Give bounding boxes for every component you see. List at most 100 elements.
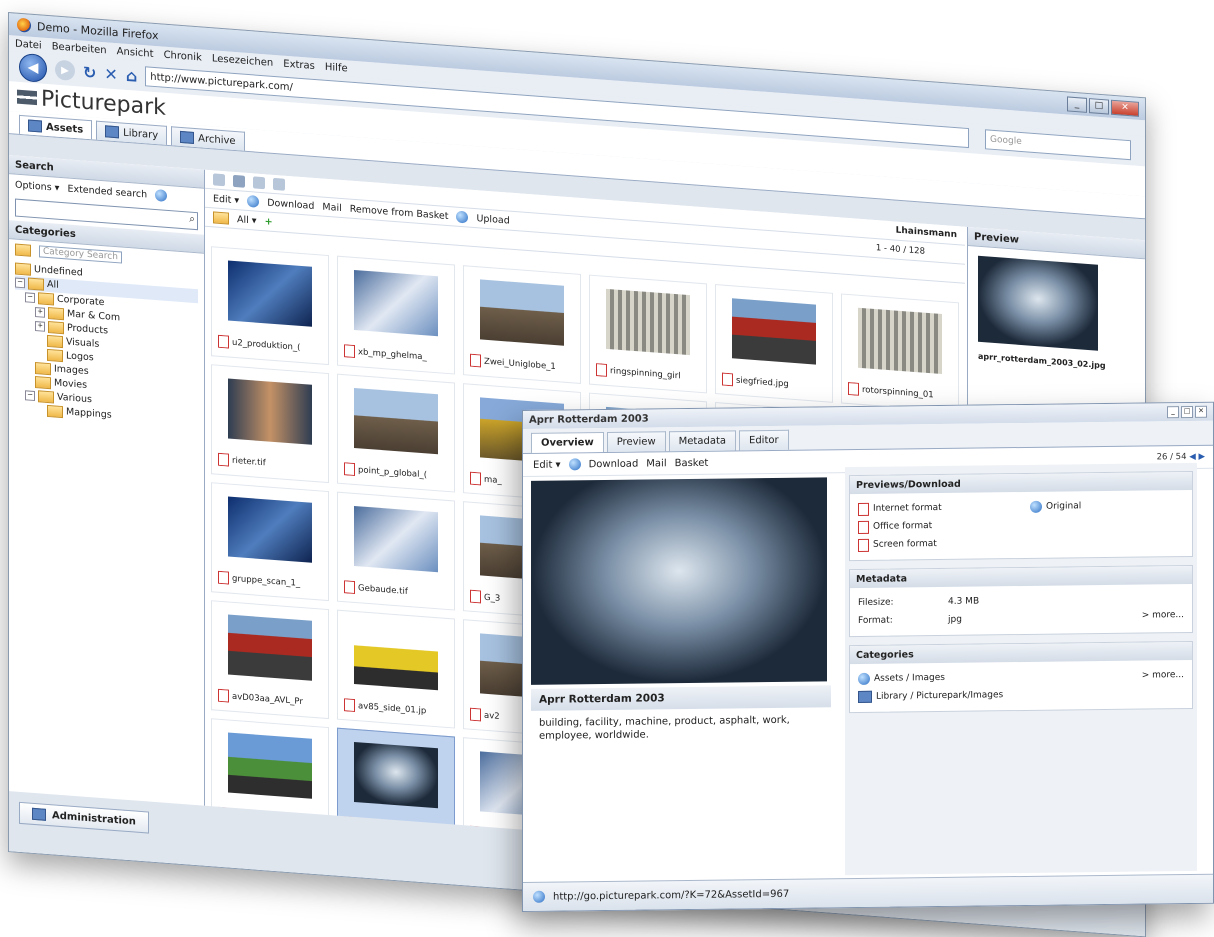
- asset-link-url[interactable]: http://go.picturepark.com/?K=72&AssetId=…: [553, 888, 789, 902]
- user-name[interactable]: Lhainsmann: [896, 226, 957, 241]
- menu-hilfe[interactable]: Hilfe: [325, 61, 348, 74]
- asset-tile[interactable]: u2_produktion_(: [211, 246, 329, 366]
- asset-thumbnail[interactable]: [354, 505, 438, 573]
- prev-icon[interactable]: ◀: [1189, 452, 1196, 462]
- maximize-button[interactable]: □: [1089, 97, 1109, 115]
- categories-more-link[interactable]: > more...: [1142, 666, 1184, 685]
- tab-preview[interactable]: Preview: [606, 431, 666, 452]
- collapse-icon[interactable]: −: [15, 277, 25, 289]
- view-grid-icon[interactable]: [233, 174, 245, 188]
- mail-button[interactable]: Mail: [322, 201, 341, 213]
- asset-tile[interactable]: rotorspinning_01: [841, 293, 959, 413]
- download-icon: [247, 194, 260, 208]
- dialog-minimize-button[interactable]: _: [1167, 406, 1179, 419]
- asset-tile[interactable]: av85_side_01.jp: [337, 609, 455, 729]
- dialog-mail-button[interactable]: Mail: [646, 458, 666, 469]
- expand-icon[interactable]: +: [35, 307, 45, 318]
- dialog-close-button[interactable]: ✕: [1195, 405, 1207, 418]
- view-list-icon[interactable]: [213, 173, 225, 187]
- preview-header: Preview: [968, 227, 1145, 260]
- dialog-download-button[interactable]: Download: [589, 458, 639, 470]
- download-button[interactable]: Download: [267, 197, 314, 212]
- next-icon[interactable]: ▶: [1198, 452, 1205, 462]
- file-icon: [470, 589, 481, 604]
- menu-datei[interactable]: Datei: [15, 38, 42, 51]
- add-icon[interactable]: +: [265, 216, 273, 228]
- sort-icon[interactable]: [273, 177, 285, 191]
- asset-thumbnail[interactable]: [354, 387, 438, 455]
- asset-thumbnail[interactable]: [606, 288, 690, 356]
- asset-caption: u2_produktion_(: [218, 334, 324, 356]
- asset-thumbnail[interactable]: [354, 741, 438, 809]
- asset-tile[interactable]: avD03aa_AVL_Pr: [211, 600, 329, 720]
- metadata-more-link[interactable]: > more...: [1142, 606, 1184, 625]
- upload-button[interactable]: Upload: [476, 213, 509, 226]
- tab-assets[interactable]: Assets: [19, 114, 93, 140]
- file-icon: [848, 382, 859, 396]
- dialog-basket-button[interactable]: Basket: [675, 457, 709, 468]
- asset-tile[interactable]: siegfried.jpg: [715, 284, 833, 403]
- extended-search-link[interactable]: Extended search: [67, 183, 147, 200]
- extended-search-icon[interactable]: [155, 189, 168, 202]
- asset-tile[interactable]: rieter.tif: [211, 364, 329, 484]
- asset-thumbnail[interactable]: [228, 732, 312, 799]
- tab-metadata[interactable]: Metadata: [668, 430, 736, 452]
- expand-icon[interactable]: +: [35, 321, 45, 332]
- administration-label: Administration: [52, 809, 136, 828]
- asset-thumbnail[interactable]: [228, 496, 312, 563]
- asset-thumbnail[interactable]: [858, 307, 942, 375]
- asset-thumbnail[interactable]: [480, 279, 564, 346]
- format-original[interactable]: Original: [1030, 497, 1081, 516]
- asset-large-image[interactable]: [531, 477, 827, 685]
- menu-bearbeiten[interactable]: Bearbeiten: [52, 41, 107, 56]
- asset-tile[interactable]: Gebaude.tif: [337, 491, 455, 611]
- search-title: Search: [15, 159, 54, 173]
- dialog-maximize-button[interactable]: □: [1181, 405, 1193, 419]
- preview-image[interactable]: [978, 255, 1098, 351]
- home-icon[interactable]: ⌂: [126, 65, 137, 85]
- file-icon: [218, 570, 229, 585]
- folder-menu-icon[interactable]: [15, 243, 31, 257]
- asset-thumbnail[interactable]: [354, 269, 438, 337]
- tab-library[interactable]: Library: [96, 120, 168, 145]
- folder-icon: [38, 292, 54, 306]
- asset-tile[interactable]: point_p_global_(: [337, 373, 455, 493]
- filter-dropdown[interactable]: All ▾: [237, 214, 257, 226]
- tab-archive[interactable]: Archive: [171, 126, 245, 151]
- edit-button[interactable]: Edit ▾: [213, 193, 239, 206]
- category-search-input[interactable]: Category Search: [39, 245, 122, 264]
- stop-icon[interactable]: ✕: [104, 64, 117, 84]
- asset-thumbnail[interactable]: [228, 614, 312, 681]
- tab-archive-label: Archive: [198, 132, 236, 147]
- menu-ansicht[interactable]: Ansicht: [117, 46, 154, 60]
- menu-chronik[interactable]: Chronik: [164, 49, 202, 63]
- asset-tile[interactable]: gruppe_scan_1_: [211, 482, 329, 602]
- view-large-icon[interactable]: [253, 176, 265, 190]
- collapse-icon[interactable]: −: [25, 292, 35, 304]
- options-dropdown[interactable]: Options ▾: [15, 179, 59, 193]
- tab-overview[interactable]: Overview: [531, 432, 604, 453]
- categories-title: Categories: [15, 224, 76, 240]
- tab-editor[interactable]: Editor: [739, 429, 789, 451]
- file-icon: [470, 707, 481, 722]
- collapse-icon[interactable]: −: [25, 390, 35, 402]
- asset-filename: Zwei_Uniglobe_1: [484, 356, 556, 372]
- administration-tab[interactable]: Administration: [19, 801, 149, 834]
- menu-extras[interactable]: Extras: [283, 58, 315, 71]
- asset-thumbnail[interactable]: [228, 378, 312, 445]
- asset-thumbnail[interactable]: [228, 260, 312, 327]
- reload-icon[interactable]: ↻: [83, 62, 96, 82]
- asset-tile[interactable]: xb_mp_ghelma_: [337, 255, 455, 375]
- back-button[interactable]: ◀: [19, 52, 47, 83]
- search-icon[interactable]: ⌕: [189, 214, 195, 225]
- asset-tile[interactable]: Zwei_Uniglobe_1: [463, 265, 581, 384]
- asset-thumbnail[interactable]: [354, 623, 438, 691]
- category-library-images[interactable]: Library / Picturepark/Images: [858, 684, 1184, 706]
- forward-button[interactable]: ▶: [55, 59, 75, 82]
- asset-tile[interactable]: ringspinning_girl: [589, 274, 707, 394]
- minimize-button[interactable]: _: [1067, 95, 1087, 113]
- close-window-button[interactable]: ✕: [1111, 99, 1139, 117]
- format-screen[interactable]: Screen format: [858, 532, 1184, 554]
- asset-thumbnail[interactable]: [732, 298, 816, 365]
- dialog-edit-button[interactable]: Edit ▾: [533, 459, 561, 470]
